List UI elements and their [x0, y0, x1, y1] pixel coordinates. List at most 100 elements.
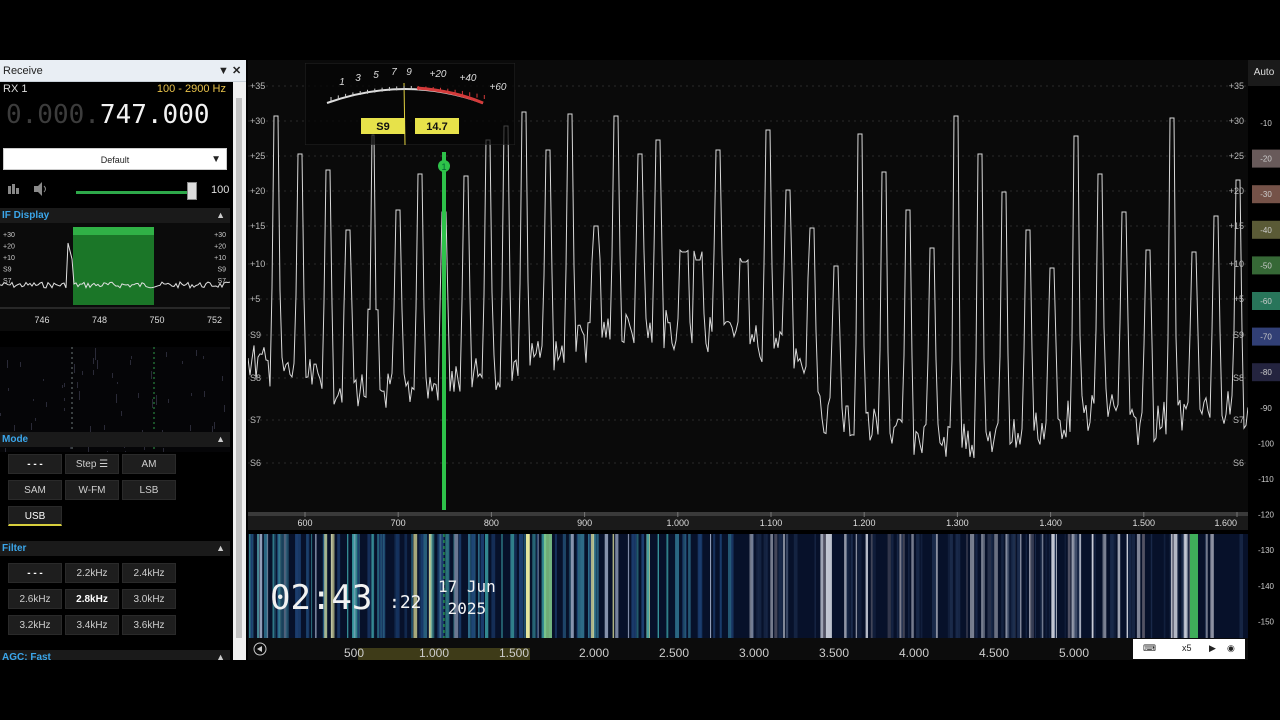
- s-meter-reading: S9: [376, 121, 389, 133]
- filter-button-2-2[interactable]: 2.2kHz: [65, 563, 119, 583]
- if-scale-right-label: +20: [214, 244, 226, 251]
- volume-thumb[interactable]: [187, 182, 197, 200]
- if-display-header[interactable]: IF Display ▲: [0, 208, 230, 223]
- zoom-control[interactable]: ⌨ x5 ▶ ◉: [1133, 639, 1245, 659]
- if-scale-right-label: S9: [217, 267, 226, 274]
- collapse-icon[interactable]: ▲: [216, 541, 225, 556]
- spectrum-right-axis-label: +5: [1234, 294, 1244, 304]
- level-scale-label: -20: [1260, 155, 1272, 164]
- level-scale-label: -80: [1260, 368, 1272, 377]
- level-scale-label: -120: [1258, 511, 1275, 520]
- spectrum-right-axis-label: +15: [1229, 221, 1244, 231]
- level-scale-label: -90: [1260, 404, 1272, 413]
- preset-dropdown[interactable]: Default ▼: [3, 148, 227, 170]
- mode-button-more[interactable]: - - -: [8, 454, 62, 474]
- if-scale-right-label: +30: [214, 232, 226, 239]
- clock-seconds: :22: [389, 592, 422, 613]
- spectrum-freq-label: 1.100: [760, 518, 783, 528]
- level-scale[interactable]: -10 -20 -30 -40 -50 -60 -70 -80 -90 -100 -110 -120 -…: [1248, 60, 1280, 660]
- scroll-right-icon[interactable]: ◉: [1227, 643, 1235, 654]
- bandwidth-label[interactable]: 100 - 2900 Hz: [157, 83, 226, 95]
- mode-button-am[interactable]: AM: [122, 454, 176, 474]
- mode-header[interactable]: Mode ▲: [0, 432, 230, 447]
- receive-panel: Receive ▼ ✕ RX 1 100 - 2900 Hz 0.000.747…: [0, 60, 246, 660]
- level-scale-label: -130: [1258, 546, 1275, 555]
- spectrum-right-axis-label: +25: [1229, 151, 1244, 161]
- panel-menu-icon[interactable]: ▼: [218, 60, 229, 82]
- filter-button-3-6[interactable]: 3.6kHz: [122, 615, 176, 635]
- waterfall-freq-label: 2.000: [579, 646, 609, 660]
- waterfall-freq-label: 4.500: [979, 646, 1009, 660]
- mode-button-wfm[interactable]: W-FM: [65, 480, 119, 500]
- spectrum-left-axis-label: S9: [250, 330, 261, 340]
- volume-fill: [76, 191, 191, 194]
- preset-value: Default: [100, 155, 130, 165]
- mode-button-usb[interactable]: USB: [8, 506, 62, 526]
- waterfall-freq-label: 5.000: [1059, 646, 1089, 660]
- spectrum-left-axis-label: S7: [250, 415, 261, 425]
- spectrum-freq-label: 1.200: [853, 518, 876, 528]
- panel-scrollbar[interactable]: [233, 82, 246, 660]
- play-icon[interactable]: ▶: [1209, 643, 1216, 654]
- mode-button-sam[interactable]: SAM: [8, 480, 62, 500]
- s-meter: 1 3 5 7 9 +20 +40 +60 S9 14.7: [304, 62, 516, 146]
- close-icon[interactable]: ✕: [232, 60, 241, 82]
- mode-button-step[interactable]: Step ☰: [65, 454, 119, 474]
- s-meter-db: 14.7: [426, 121, 447, 133]
- waterfall-freq-label: 1.000: [419, 646, 449, 660]
- filter-button-more[interactable]: - - -: [8, 563, 62, 583]
- meter-scale-label: 5: [373, 70, 379, 81]
- spectrum-freq-label: 1.000: [667, 518, 690, 528]
- scrollbar-thumb[interactable]: [236, 98, 242, 638]
- level-scale-label: -10: [1260, 119, 1272, 128]
- speaker-icon[interactable]: [34, 182, 50, 199]
- waterfall-freq-axis[interactable]: 500 1.000 1.500 2.000 2.500 3.000 3.500 4.000 4.…: [248, 638, 1248, 660]
- spectrum-freq-label: 1.300: [946, 518, 969, 528]
- spectrum-left-axis-label: +25: [250, 151, 265, 161]
- collapse-icon[interactable]: ▲: [216, 432, 225, 447]
- audio-row: 100: [0, 178, 230, 202]
- filter-button-3-2[interactable]: 3.2kHz: [8, 615, 62, 635]
- filter-header[interactable]: Filter ▲: [0, 541, 230, 556]
- waterfall-freq-label: 500: [344, 646, 364, 660]
- spectrum-freq-label: 700: [391, 518, 406, 528]
- if-freq-label: 750: [149, 315, 164, 325]
- agc-header[interactable]: AGC: Fast ▲: [0, 650, 230, 660]
- collapse-icon[interactable]: ▲: [216, 650, 225, 660]
- spectrum-right-axis-label: +35: [1229, 81, 1244, 91]
- filter-button-2-8[interactable]: 2.8kHz: [65, 589, 119, 609]
- spectrum-left-axis-label: +5: [250, 294, 260, 304]
- level-scale-label: -50: [1260, 261, 1272, 270]
- agc-title: AGC: Fast: [2, 652, 51, 660]
- vfo-marker[interactable]: [442, 152, 446, 510]
- clock-date-day: 17 Jun: [438, 577, 496, 596]
- mode-button-lsb[interactable]: LSB: [122, 480, 176, 500]
- meter-scale-label: +20: [430, 69, 447, 80]
- keyboard-icon[interactable]: ⌨: [1143, 643, 1156, 654]
- if-scale-left-label: +10: [3, 255, 15, 262]
- filter-button-2-4[interactable]: 2.4kHz: [122, 563, 176, 583]
- frequency-dim: 0.000.: [6, 100, 100, 130]
- meter-scale-label: 3: [355, 73, 361, 84]
- spectrum-freq-label: 800: [484, 518, 499, 528]
- auto-button[interactable]: Auto: [1248, 60, 1280, 86]
- meter-scale-label: +60: [490, 82, 507, 93]
- if-scale-right-label: S7: [217, 278, 226, 285]
- clock-time: 02:43: [270, 578, 373, 618]
- filter-button-3-0[interactable]: 3.0kHz: [122, 589, 176, 609]
- level-scale-label: -110: [1258, 475, 1274, 484]
- spectrum-left-axis-label: +35: [250, 81, 265, 91]
- volume-slider[interactable]: [76, 191, 194, 194]
- meter-scale-label: 1: [339, 77, 345, 88]
- collapse-icon[interactable]: ▲: [216, 208, 225, 223]
- vfo-marker-label: 1: [441, 162, 446, 172]
- waterfall-freq-label: 4.000: [899, 646, 929, 660]
- meter-bars-icon[interactable]: [8, 182, 22, 197]
- if-freq-label: 752: [207, 315, 222, 325]
- filter-button-3-4[interactable]: 3.4kHz: [65, 615, 119, 635]
- frequency-display[interactable]: 0.000.747.000: [6, 100, 210, 130]
- if-display[interactable]: +30 +20 +10 S9 S7 +30 +20 +10 S9 S7 746 748 750 752: [0, 223, 231, 331]
- clock-date: 17 Jun 2025: [438, 576, 496, 620]
- if-scale-left-label: +20: [3, 244, 15, 251]
- filter-button-2-6[interactable]: 2.6kHz: [8, 589, 62, 609]
